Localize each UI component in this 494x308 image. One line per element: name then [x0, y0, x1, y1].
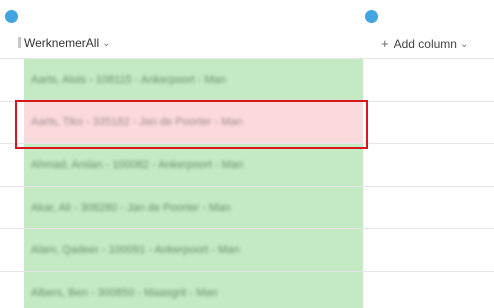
list-row[interactable]: Albers, Ben - 300850 - Maasgrit - Man: [0, 271, 494, 308]
list-row[interactable]: Ahmad, Arslan - 100082 - Ankerpoort - Ma…: [0, 144, 494, 187]
werknemer-cell[interactable]: Akar, Ali - 308280 - Jan de Poorter - Ma…: [24, 186, 363, 229]
list-row[interactable]: Aarts, Alois - 108115 - Ankerpoort - Man: [0, 59, 494, 102]
chevron-down-icon: ⌄: [459, 39, 469, 50]
werknemer-cell[interactable]: Albers, Ben - 300850 - Maasgrit - Man: [24, 271, 363, 308]
column-header-label: WerknemerAll: [24, 36, 100, 50]
add-column-label: Add column: [393, 37, 457, 51]
werknemer-value: Akar, Ali - 308280 - Jan de Poorter - Ma…: [31, 201, 231, 214]
column-header-row: WerknemerAll ⌄ + Add column ⌄: [0, 28, 494, 59]
werknemer-value: Albers, Ben - 300850 - Maasgrit - Man: [31, 286, 218, 299]
list-view: WerknemerAll ⌄ + Add column ⌄ Aarts, Alois …: [0, 0, 494, 308]
werknemer-cell[interactable]: Aarts, Alois - 108115 - Ankerpoort - Man: [24, 59, 363, 101]
plus-icon: +: [381, 36, 389, 51]
add-column-button[interactable]: + Add column ⌄: [381, 36, 468, 51]
chevron-down-icon[interactable]: ⌄: [102, 38, 110, 49]
selection-indicator-dot: [365, 10, 378, 23]
list-rows: Aarts, Alois - 108115 - Ankerpoort - Man…: [0, 59, 494, 308]
werknemer-cell[interactable]: Ahmad, Arslan - 100082 - Ankerpoort - Ma…: [24, 144, 363, 186]
list-row[interactable]: Akar, Ali - 308280 - Jan de Poorter - Ma…: [0, 186, 494, 230]
column-header-werknemerall[interactable]: WerknemerAll ⌄: [24, 36, 111, 50]
list-row[interactable]: Alam, Qadeer - 100091 - Ankerpoort - Man: [0, 229, 494, 272]
werknemer-value: Ahmad, Arslan - 100082 - Ankerpoort - Ma…: [31, 158, 244, 171]
werknemer-cell[interactable]: Alam, Qadeer - 100091 - Ankerpoort - Man: [24, 229, 363, 271]
column-resize-handle[interactable]: [18, 37, 21, 48]
werknemer-value: Aarts, Alois - 108115 - Ankerpoort - Man: [31, 73, 226, 86]
selection-indicator-dot: [5, 10, 18, 23]
highlight-annotation-box: [15, 100, 368, 149]
werknemer-value: Alam, Qadeer - 100091 - Ankerpoort - Man: [31, 244, 240, 257]
